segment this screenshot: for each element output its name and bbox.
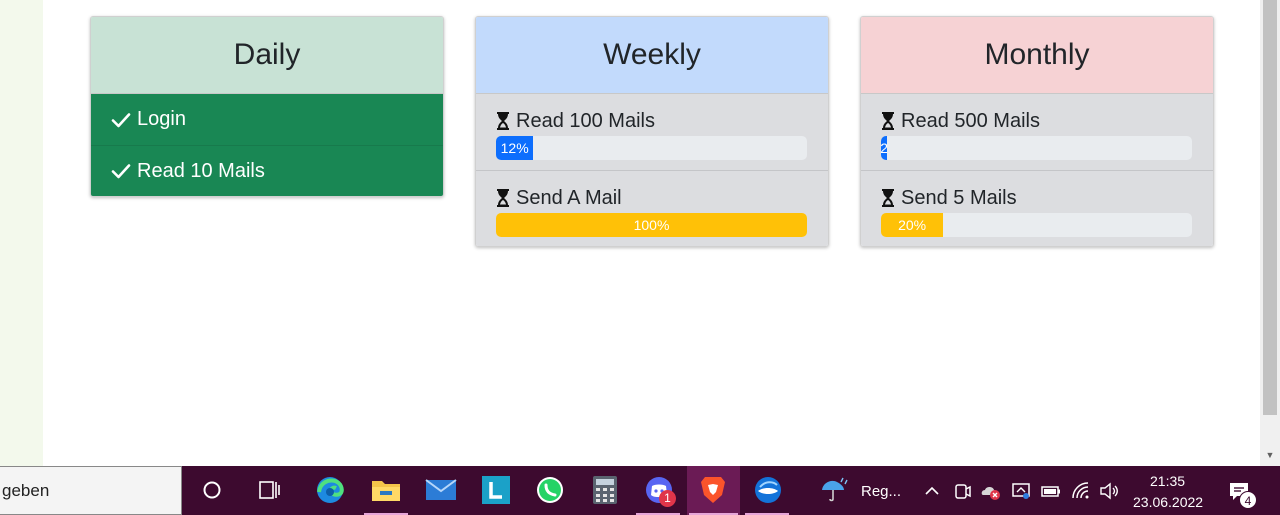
progress-text: 2 xyxy=(881,140,887,156)
hourglass-icon xyxy=(882,112,894,130)
daily-item-label: Read 10 Mails xyxy=(137,159,265,182)
progress-fill: 2 xyxy=(881,136,888,160)
progress-bar: 2 xyxy=(881,136,1192,160)
hourglass-icon xyxy=(497,112,509,130)
monthly-list: Read 500 Mails 2 Send 5 Mails 20% xyxy=(861,94,1213,246)
checkmark-icon xyxy=(111,112,131,127)
hourglass-icon xyxy=(882,189,894,207)
edge-browser-icon[interactable] xyxy=(314,474,346,506)
cortana-icon[interactable] xyxy=(196,474,228,506)
monthly-task-send-mails[interactable]: Send 5 Mails 20% xyxy=(861,170,1213,246)
task-label: Send A Mail xyxy=(516,186,622,209)
scrollbar-thumb[interactable] xyxy=(1263,0,1277,415)
daily-list: Login Read 10 Mails xyxy=(91,94,443,196)
weekly-list: Read 100 Mails 12% Send A Mail 100% xyxy=(476,94,828,246)
notification-count-badge: 4 xyxy=(1239,491,1257,509)
hourglass-icon xyxy=(497,189,509,207)
clock-date[interactable]: 23.06.2022 xyxy=(1133,494,1203,510)
progress-bar: 100% xyxy=(496,213,807,237)
weekly-task-read-mails[interactable]: Read 100 Mails 12% xyxy=(476,94,828,170)
l-app-icon[interactable] xyxy=(480,474,512,506)
search-text: geben xyxy=(2,480,50,500)
weekly-card-title: Weekly xyxy=(476,17,828,94)
task-label: Read 500 Mails xyxy=(901,109,1040,132)
checkmark-icon xyxy=(111,164,131,179)
progress-fill: 12% xyxy=(496,136,534,160)
progress-text: 12% xyxy=(500,140,529,156)
monthly-card-title: Monthly xyxy=(861,17,1213,94)
progress-bar: 12% xyxy=(496,136,807,160)
vertical-scrollbar[interactable]: ▼ xyxy=(1260,0,1280,466)
monthly-card: Monthly Read 500 Mails 2 Send 5 Mails 20… xyxy=(860,16,1214,247)
daily-item-read-mails[interactable]: Read 10 Mails xyxy=(91,145,443,196)
monthly-task-read-mails[interactable]: Read 500 Mails 2 xyxy=(861,94,1213,170)
progress-bar: 20% xyxy=(881,213,1192,237)
volume-icon[interactable] xyxy=(1098,480,1120,502)
task-view-icon[interactable] xyxy=(254,474,286,506)
calculator-icon[interactable] xyxy=(589,474,621,506)
daily-card-title: Daily xyxy=(91,17,443,94)
taskbar-search-input[interactable]: geben xyxy=(0,466,182,515)
weekly-task-send-mail[interactable]: Send A Mail 100% xyxy=(476,170,828,246)
clock-time[interactable]: 21:35 xyxy=(1150,473,1185,489)
progress-fill: 20% xyxy=(881,213,944,237)
screen-cast-icon[interactable] xyxy=(1010,480,1032,502)
progress-fill: 100% xyxy=(496,213,807,237)
progress-text: 20% xyxy=(898,217,927,233)
windows-taskbar: geben 1 Reg... 21:35 23.06.2022 4 xyxy=(0,466,1280,515)
weather-text[interactable]: Reg... xyxy=(861,483,901,500)
daily-item-label: Login xyxy=(137,108,186,130)
brave-browser-icon[interactable] xyxy=(697,474,729,506)
daily-card: Daily Login Read 10 Mails xyxy=(90,16,444,197)
badge-count: 1 xyxy=(664,491,671,505)
badge-count: 4 xyxy=(1244,494,1252,508)
file-explorer-icon[interactable] xyxy=(370,474,402,506)
daily-item-login[interactable]: Login xyxy=(91,94,443,145)
onedrive-error-icon[interactable] xyxy=(980,480,1002,502)
scroll-down-arrow-icon[interactable]: ▼ xyxy=(1264,450,1276,460)
task-label: Send 5 Mails xyxy=(901,186,1017,209)
battery-icon[interactable] xyxy=(1040,480,1062,502)
thunderbird-icon[interactable] xyxy=(752,474,784,506)
discord-notification-badge: 1 xyxy=(659,490,676,507)
task-label: Read 100 Mails xyxy=(516,109,655,132)
progress-text: 100% xyxy=(633,217,670,233)
chevron-up-icon[interactable] xyxy=(921,480,943,502)
left-sidebar-strip xyxy=(0,0,43,466)
whatsapp-icon[interactable] xyxy=(534,474,566,506)
weather-umbrella-icon[interactable] xyxy=(818,474,850,506)
mail-app-icon[interactable] xyxy=(425,474,457,506)
wifi-icon[interactable] xyxy=(1070,480,1092,502)
meet-now-icon[interactable] xyxy=(951,480,973,502)
weekly-card: Weekly Read 100 Mails 12% Send A Mail 10… xyxy=(475,16,829,247)
